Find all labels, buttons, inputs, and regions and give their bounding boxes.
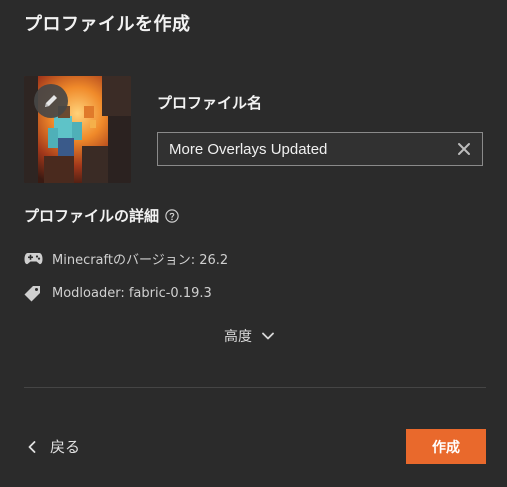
create-button[interactable]: 作成 — [406, 429, 486, 464]
minecraft-version-row: Minecraftのバージョン: 26.2 — [24, 249, 228, 268]
divider — [24, 387, 486, 388]
profile-details-heading: プロファイルの詳細 — [24, 205, 179, 226]
profile-name-field-container — [157, 132, 483, 166]
modloader-text: Modloader: fabric-0.19.3 — [52, 285, 212, 301]
modloader-row: Modloader: fabric-0.19.3 — [24, 285, 212, 301]
help-circle-icon[interactable] — [165, 208, 179, 223]
tag-icon — [24, 285, 44, 301]
advanced-label: 高度 — [224, 329, 252, 345]
pencil-icon — [45, 95, 57, 107]
back-button[interactable]: 戻る — [28, 436, 80, 457]
edit-thumbnail-button[interactable] — [34, 84, 68, 118]
minecraft-version-text: Minecraftのバージョン: 26.2 — [52, 253, 229, 268]
profile-name-input[interactable] — [158, 133, 459, 165]
details-heading-text: プロファイルの詳細 — [24, 207, 160, 225]
chevron-down-icon — [262, 332, 274, 340]
chevron-left-icon — [28, 440, 36, 453]
back-label: 戻る — [50, 438, 81, 456]
gamepad-icon — [24, 251, 44, 267]
profile-name-label: プロファイル名 — [157, 94, 263, 112]
dialog-title: プロファイルを作成 — [24, 14, 191, 35]
advanced-toggle[interactable]: 高度 — [224, 326, 274, 346]
clear-icon[interactable] — [456, 141, 472, 157]
